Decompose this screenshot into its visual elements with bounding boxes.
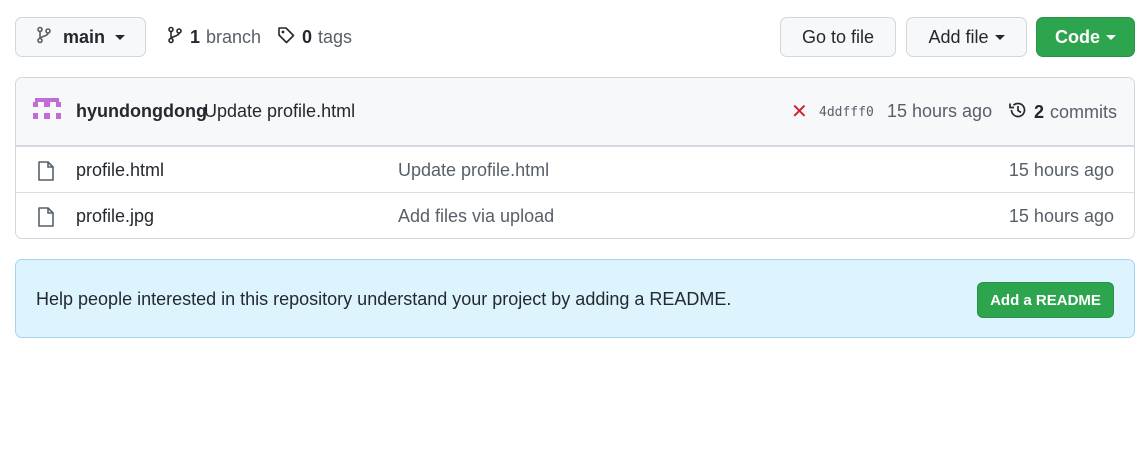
git-branch-icon <box>167 26 183 49</box>
chevron-down-icon <box>115 34 126 40</box>
commit-label: commits <box>1050 102 1118 122</box>
branch-name: main <box>63 26 106 47</box>
add-file-label: Add file <box>928 26 989 47</box>
commit-sha[interactable]: 4ddfff0 <box>819 105 874 120</box>
code-label: Code <box>1055 26 1100 47</box>
file-list-box: hyundongdong Update profile.html ✕ 4ddff… <box>15 77 1135 239</box>
commit-message[interactable]: Update profile.html <box>204 101 355 122</box>
commits-link[interactable]: 2 commits <box>1008 100 1117 125</box>
commit-count: 2 <box>1034 102 1045 122</box>
add-file-button[interactable]: Add file <box>906 17 1027 57</box>
readme-prompt-text: Help people interested in this repositor… <box>36 289 732 309</box>
latest-commit-bar: hyundongdong Update profile.html ✕ 4ddff… <box>16 78 1134 146</box>
branches-link[interactable]: 1 branch <box>167 17 261 57</box>
branch-label: branch <box>206 26 262 47</box>
file-icon <box>37 207 55 232</box>
avatar[interactable] <box>33 98 61 122</box>
code-button[interactable]: Code <box>1036 17 1135 57</box>
file-name[interactable]: profile.html <box>76 160 164 181</box>
file-icon <box>37 161 55 186</box>
tag-count: 0 <box>302 26 313 47</box>
history-icon <box>1008 100 1028 125</box>
go-to-file-label: Go to file <box>801 26 875 47</box>
repo-toolbar: main 1 branch 0 tags Go to file Add file… <box>15 17 1135 57</box>
file-time: 15 hours ago <box>1008 160 1114 180</box>
branch-select-button[interactable]: main <box>15 17 146 57</box>
file-commit-message[interactable]: Update profile.html <box>398 160 549 181</box>
branch-count: 1 <box>190 26 201 47</box>
commit-author[interactable]: hyundongdong <box>76 101 207 122</box>
file-time: 15 hours ago <box>1008 206 1114 226</box>
close-icon[interactable]: ✕ <box>791 102 808 122</box>
readme-banner: Help people interested in this repositor… <box>15 259 1135 338</box>
chevron-down-icon <box>1106 34 1116 40</box>
file-commit-message[interactable]: Add files via upload <box>398 206 554 227</box>
file-row[interactable]: profile.html Update profile.html 15 hour… <box>16 146 1134 192</box>
tags-link[interactable]: 0 tags <box>277 17 352 57</box>
add-readme-label: Add a README <box>990 291 1101 309</box>
file-row[interactable]: profile.jpg Add files via upload 15 hour… <box>16 192 1134 238</box>
chevron-down-icon <box>994 34 1005 40</box>
tag-label: tags <box>318 26 353 47</box>
git-branch-icon <box>36 26 52 49</box>
tag-icon <box>277 26 295 49</box>
commit-time[interactable]: 15 hours ago <box>887 101 992 122</box>
go-to-file-button[interactable]: Go to file <box>780 17 896 57</box>
file-name[interactable]: profile.jpg <box>76 206 154 227</box>
add-readme-button[interactable]: Add a README <box>977 282 1114 318</box>
